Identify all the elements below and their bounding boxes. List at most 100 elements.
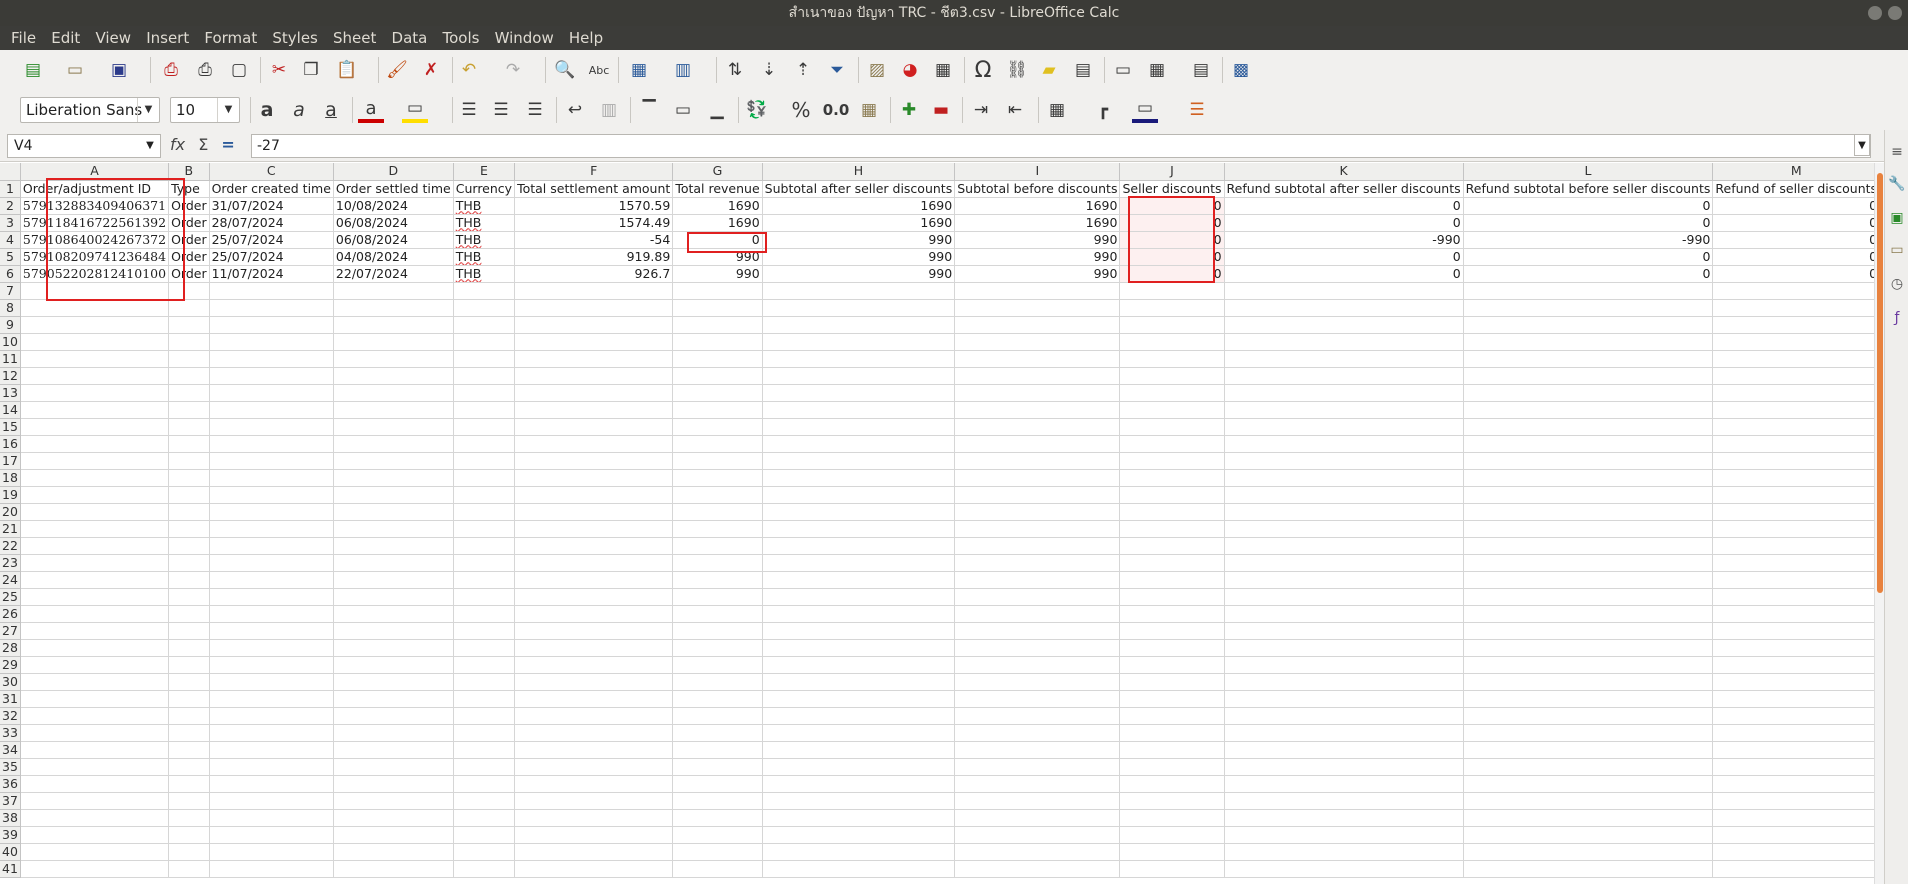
cell[interactable] [168, 860, 210, 878]
number-format-icon[interactable]: 0.0 [820, 97, 852, 123]
cell[interactable] [168, 758, 210, 776]
cell[interactable] [209, 724, 334, 742]
cell[interactable] [209, 350, 334, 368]
cell[interactable]: 990 [762, 231, 956, 249]
cell[interactable] [1119, 605, 1225, 623]
cell[interactable] [672, 299, 763, 317]
header-cell[interactable]: Refund subtotal after seller discounts [1224, 180, 1464, 198]
cell[interactable] [20, 350, 170, 368]
cell[interactable] [1224, 367, 1464, 385]
cell[interactable] [514, 826, 674, 844]
decrease-indent-icon[interactable]: ⇤ [1002, 97, 1028, 123]
cell[interactable]: 0 [1119, 214, 1225, 232]
column-header-g[interactable]: G [672, 163, 763, 181]
cell[interactable] [168, 605, 210, 623]
cell[interactable] [514, 486, 674, 504]
cell[interactable] [168, 316, 210, 334]
cell[interactable] [168, 656, 210, 674]
sort-descending-icon[interactable]: ⇡ [790, 57, 816, 83]
cell[interactable] [672, 554, 763, 572]
insert-image-icon[interactable]: ▨ [864, 57, 890, 83]
cell[interactable] [453, 826, 516, 844]
cell[interactable] [1712, 843, 1874, 861]
cell[interactable] [209, 401, 334, 419]
cell[interactable] [1712, 452, 1874, 470]
cell[interactable]: -990 [1224, 231, 1464, 249]
autofilter-icon[interactable]: ⏷ [824, 57, 850, 83]
cell[interactable] [20, 520, 170, 538]
cell[interactable] [1463, 690, 1714, 708]
cell[interactable] [762, 639, 956, 657]
header-cell[interactable]: Order created time [209, 180, 334, 198]
header-cell[interactable]: Seller discounts [1119, 180, 1225, 198]
cell[interactable] [1224, 469, 1464, 487]
cell[interactable] [209, 435, 334, 453]
row-header[interactable]: 19 [0, 486, 21, 504]
save-icon[interactable]: ▣ [106, 57, 132, 83]
cell[interactable] [954, 486, 1121, 504]
cell[interactable] [453, 316, 516, 334]
cell[interactable] [168, 299, 210, 317]
italic-icon[interactable]: a [286, 97, 312, 123]
cell[interactable] [168, 775, 210, 793]
bold-icon[interactable]: a [254, 97, 280, 123]
cell[interactable] [333, 707, 454, 725]
maximize-button[interactable] [1888, 6, 1902, 20]
minimize-button[interactable] [1868, 6, 1882, 20]
column-icon[interactable]: ▥ [670, 57, 696, 83]
cell[interactable] [954, 656, 1121, 674]
cell[interactable] [1712, 520, 1874, 538]
cell[interactable] [514, 316, 674, 334]
cell[interactable] [168, 639, 210, 657]
cell[interactable] [453, 384, 516, 402]
cell[interactable] [333, 741, 454, 759]
row-header[interactable]: 17 [0, 452, 21, 470]
cell[interactable] [20, 418, 170, 436]
cell[interactable] [209, 333, 334, 351]
cell[interactable] [453, 299, 516, 317]
cell[interactable] [1119, 673, 1225, 691]
column-header-i[interactable]: I [954, 163, 1121, 181]
cell[interactable] [514, 809, 674, 827]
cell[interactable] [1224, 673, 1464, 691]
cell[interactable] [1463, 673, 1714, 691]
cell[interactable] [1119, 792, 1225, 810]
cell[interactable] [453, 333, 516, 351]
cell[interactable] [168, 707, 210, 725]
cell[interactable] [453, 622, 516, 640]
row-header[interactable]: 39 [0, 826, 21, 844]
cell[interactable]: Order [168, 214, 210, 232]
copy-icon[interactable]: ❐ [298, 57, 324, 83]
cell[interactable] [453, 350, 516, 368]
cell[interactable] [672, 792, 763, 810]
cell[interactable]: 0 [1463, 265, 1714, 283]
cell[interactable] [1224, 316, 1464, 334]
undo-icon[interactable]: ↶ [456, 57, 482, 83]
cell[interactable] [1224, 333, 1464, 351]
font-color-icon[interactable]: a [358, 97, 384, 123]
cell[interactable] [209, 418, 334, 436]
cell[interactable] [514, 367, 674, 385]
cell[interactable] [672, 809, 763, 827]
cell[interactable] [1463, 537, 1714, 555]
cell[interactable] [20, 673, 170, 691]
cell[interactable] [672, 622, 763, 640]
cell[interactable] [762, 554, 956, 572]
cell[interactable]: 0 [1119, 265, 1225, 283]
cell[interactable] [333, 299, 454, 317]
header-cell[interactable]: Refund of seller discounts [1712, 180, 1874, 198]
cell[interactable] [1224, 520, 1464, 538]
cell[interactable] [1119, 316, 1225, 334]
cell[interactable] [672, 860, 763, 878]
cell[interactable]: 919.89 [514, 248, 674, 266]
cell[interactable]: 0 [1712, 231, 1874, 249]
cell[interactable] [333, 571, 454, 589]
cell[interactable] [168, 418, 210, 436]
cell[interactable] [954, 469, 1121, 487]
cell[interactable] [20, 333, 170, 351]
cell[interactable] [954, 384, 1121, 402]
cell[interactable] [209, 282, 334, 300]
row-header[interactable]: 21 [0, 520, 21, 538]
cell[interactable] [1712, 588, 1874, 606]
row-header[interactable]: 25 [0, 588, 21, 606]
